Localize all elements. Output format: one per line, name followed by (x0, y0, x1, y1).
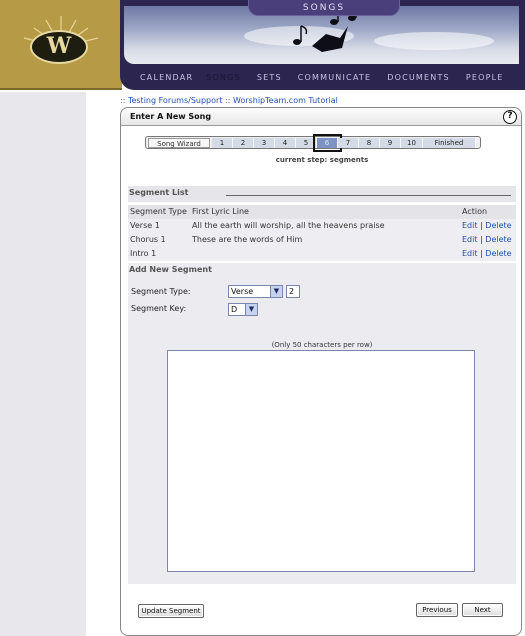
segment-type: Chorus 1 (130, 235, 166, 244)
add-segment-title: Add New Segment (129, 265, 212, 274)
segment-table: Segment Type First Lyric Line Action Ver… (128, 205, 516, 261)
previous-button[interactable]: Previous (416, 603, 458, 617)
wizard-step-2[interactable]: 2 (233, 138, 254, 148)
column-header-type: Segment Type (130, 207, 187, 216)
segment-list-title: Segment List (129, 188, 189, 197)
wizard-current-step: current step: segments (275, 156, 369, 164)
help-icon[interactable]: ? (503, 110, 517, 124)
panel-header: Enter A New Song ? (121, 108, 521, 126)
table-row: Verse 1 All the earth will worship, all … (128, 219, 516, 233)
segment-key-select[interactable]: D ▼ (228, 303, 258, 316)
wizard-step-4[interactable]: 4 (275, 138, 296, 148)
action-separator: | (480, 235, 483, 244)
row-actions: Edit | Delete (462, 221, 512, 230)
segment-type-label: Segment Type: (131, 287, 191, 296)
nav-people[interactable]: PEOPLE (466, 73, 504, 82)
edit-link[interactable]: Edit (462, 221, 478, 230)
segment-key-value: D (231, 305, 238, 314)
next-button[interactable]: Next (462, 603, 503, 617)
action-separator: | (480, 249, 483, 258)
column-header-action: Action (462, 207, 488, 216)
chevron-down-icon: ▼ (270, 286, 282, 297)
nav-documents[interactable]: DOCUMENTS (387, 73, 450, 82)
logo-mark: W (30, 30, 88, 64)
action-separator: | (480, 221, 483, 230)
row-actions: Edit | Delete (462, 249, 512, 258)
section-title: SONGS (248, 0, 400, 16)
breadcrumb-separator: :: (120, 96, 126, 105)
wizard-step-finished[interactable]: Finished (423, 138, 476, 148)
song-wizard: Song Wizard 1 2 3 4 5 6 7 8 9 10 Finishe… (145, 131, 481, 157)
add-segment-header: Add New Segment (128, 263, 516, 279)
site-logo[interactable]: W (0, 0, 122, 90)
segment-number-input[interactable]: 2 (286, 285, 300, 298)
left-sidebar (0, 92, 86, 636)
wizard-step-6-current[interactable]: 6 (313, 134, 342, 152)
table-row: Chorus 1 These are the words of Him Edit… (128, 233, 516, 247)
edit-link[interactable]: Edit (462, 235, 478, 244)
edit-link[interactable]: Edit (462, 249, 478, 258)
delete-link[interactable]: Delete (485, 235, 511, 244)
nav-calendar[interactable]: CALENDAR (140, 73, 193, 82)
main-nav: CALENDAR SONGS SETS COMMUNICATE DOCUMENT… (122, 68, 520, 86)
music-notes-icon (293, 8, 357, 52)
nav-songs[interactable]: SONGS (206, 73, 241, 82)
first-lyric-line: All the earth will worship, all the heav… (192, 221, 385, 230)
segment-type: Intro 1 (130, 249, 157, 258)
nav-communicate[interactable]: COMMUNICATE (298, 73, 371, 82)
panel-title: Enter A New Song (130, 112, 212, 121)
lyrics-textarea[interactable] (167, 350, 475, 572)
wizard-step-7[interactable]: 7 (338, 138, 359, 148)
nav-sets[interactable]: SETS (257, 73, 282, 82)
wizard-step-1[interactable]: 1 (212, 138, 233, 148)
breadcrumb-tutorial-link[interactable]: WorshipTeam.com Tutorial (233, 96, 338, 105)
column-header-lyric: First Lyric Line (192, 207, 249, 216)
new-song-panel: Enter A New Song ? Song Wizard 1 2 3 4 5… (120, 107, 522, 636)
wizard-step-10[interactable]: 10 (401, 138, 423, 148)
delete-link[interactable]: Delete (485, 249, 511, 258)
segment-list-header: Segment List (128, 186, 516, 202)
segment-type-value: Verse (231, 287, 254, 296)
segment-type: Verse 1 (130, 221, 160, 230)
wizard-label: Song Wizard (148, 138, 210, 148)
breadcrumb-testing-forums-link[interactable]: Testing Forums/Support (128, 96, 223, 105)
chevron-down-icon: ▼ (245, 304, 257, 315)
wizard-step-5[interactable]: 5 (296, 138, 317, 148)
first-lyric-line: These are the words of Him (192, 235, 303, 244)
table-row: Intro 1 Edit | Delete (128, 247, 516, 261)
delete-link[interactable]: Delete (485, 221, 511, 230)
update-segment-button[interactable]: Update Segment (138, 604, 204, 618)
segment-type-select[interactable]: Verse ▼ (228, 285, 283, 298)
segment-key-label: Segment Key: (131, 304, 187, 313)
wizard-step-9[interactable]: 9 (380, 138, 401, 148)
breadcrumb: :: Testing Forums/Support :: WorshipTeam… (120, 96, 338, 105)
row-actions: Edit | Delete (462, 235, 512, 244)
character-limit-note: (Only 50 characters per row) (271, 341, 373, 349)
table-header: Segment Type First Lyric Line Action (128, 205, 516, 219)
wizard-step-8[interactable]: 8 (359, 138, 380, 148)
wizard-step-3[interactable]: 3 (254, 138, 275, 148)
divider (226, 195, 511, 196)
breadcrumb-separator: :: (225, 96, 231, 105)
